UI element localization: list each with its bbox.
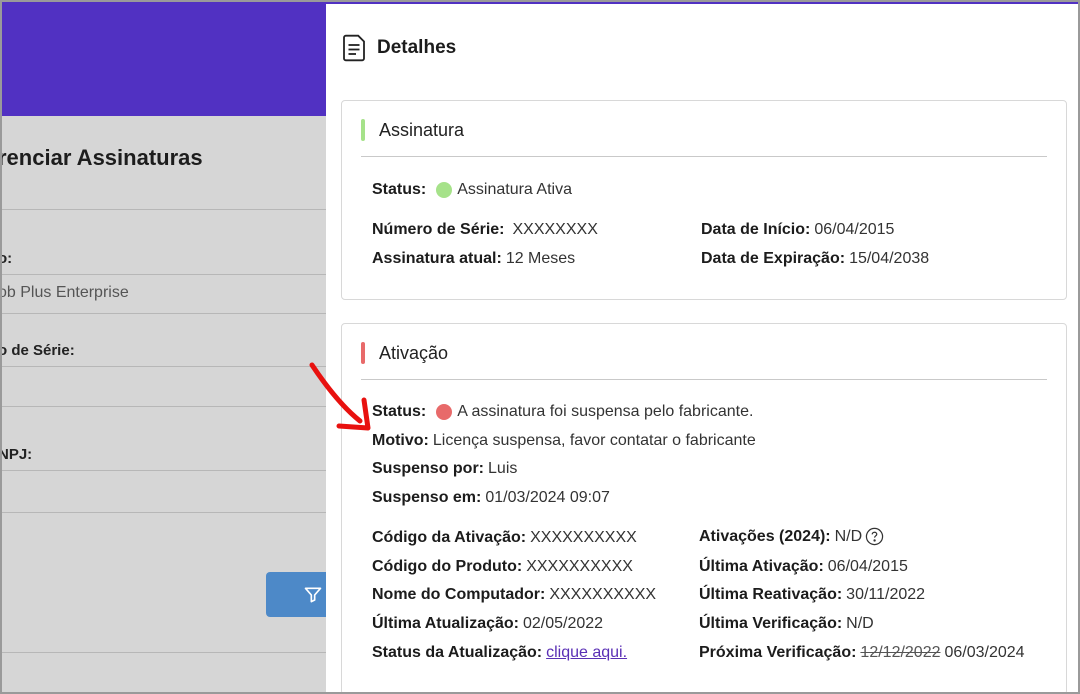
help-circle-icon[interactable]	[865, 527, 884, 546]
serial-value: XXXXXXXX	[512, 221, 598, 238]
details-drawer: Detalhes Assinatura Status: Assinatura A…	[326, 0, 1080, 694]
activation-code: Código da Ativação: XXXXXXXXXX	[372, 529, 637, 547]
document-icon	[343, 34, 365, 62]
expiry-date: Data de Expiração: 15/04/2038	[701, 250, 929, 268]
suspension-reason: Motivo: Licença suspensa, favor contatar…	[372, 432, 756, 450]
status-accent-bar	[361, 119, 365, 141]
divider	[0, 652, 326, 653]
activation-card: Ativação Status: A assinatura foi suspen…	[341, 323, 1067, 694]
last-reactivation-value: 30/11/2022	[846, 586, 926, 603]
suspended-at: Suspenso em: 01/03/2024 09:07	[372, 489, 610, 507]
current-subscription: Assinatura atual: 12 Meses	[372, 250, 575, 268]
subscription-status: Status: Assinatura Ativa	[372, 181, 572, 199]
next-check-old-value: 12/12/2022	[860, 644, 941, 661]
status-value: A assinatura foi suspensa pelo fabricant…	[457, 403, 754, 420]
reason-label: Motivo:	[372, 432, 429, 449]
start-date: Data de Início: 06/04/2015	[701, 221, 894, 239]
drawer-title: Detalhes	[377, 37, 457, 58]
next-check: Próxima Verificação: 12/12/2022 06/03/20…	[699, 644, 1025, 662]
product-code: Código do Produto: XXXXXXXXXX	[372, 558, 633, 576]
current-value: 12 Meses	[505, 250, 576, 267]
product-code-label: Código do Produto:	[372, 558, 523, 575]
last-check-label: Última Verificação:	[699, 615, 843, 632]
filter-icon	[304, 587, 322, 603]
field-label-product: o:	[0, 250, 13, 267]
serial-number: Número de Série: XXXXXXXX	[372, 221, 598, 239]
activation-status: Status: A assinatura foi suspensa pelo f…	[372, 403, 753, 421]
divider	[361, 379, 1047, 380]
expiry-label: Data de Expiração:	[701, 250, 846, 267]
divider	[0, 512, 326, 513]
field-label-serial: o de Série:	[0, 342, 75, 359]
field-label-cnpj: NPJ:	[0, 446, 33, 463]
suspended-by-value: Luis	[488, 460, 518, 477]
divider	[0, 274, 326, 275]
status-label: Status:	[372, 403, 427, 420]
last-activation-label: Última Ativação:	[699, 558, 824, 575]
active-status-dot	[436, 182, 453, 198]
activation-code-value: XXXXXXXXXX	[530, 529, 637, 546]
update-status-link[interactable]: clique aqui.	[546, 644, 627, 662]
activation-card-title: Ativação	[379, 342, 449, 363]
page-title: renciar Assinaturas	[0, 145, 203, 170]
activation-code-label: Código da Ativação:	[372, 529, 527, 546]
suspended-at-value: 01/03/2024 09:07	[485, 489, 610, 506]
divider	[0, 470, 326, 471]
divider	[0, 406, 326, 407]
activations-value: N/D	[834, 527, 863, 545]
suspended-status-dot	[436, 404, 453, 420]
divider	[0, 209, 326, 210]
divider	[0, 366, 326, 367]
product-code-value: XXXXXXXXXX	[526, 558, 633, 575]
serial-label: Número de Série:	[372, 221, 505, 238]
start-value: 06/04/2015	[814, 221, 895, 238]
computer-value: XXXXXXXXXX	[549, 586, 657, 603]
last-reactivation-label: Última Reativação:	[699, 586, 843, 603]
activations-count: Ativações (2024): N/D	[699, 527, 884, 546]
subscription-card-header: Assinatura	[361, 119, 464, 141]
start-label: Data de Início:	[701, 221, 811, 238]
activations-label: Ativações (2024):	[699, 527, 831, 545]
next-check-value: 06/03/2024	[944, 644, 1025, 661]
update-status-label: Status da Atualização:	[372, 644, 543, 661]
suspended-by: Suspenso por: Luis	[372, 460, 517, 478]
last-activation: Última Ativação: 06/04/2015	[699, 558, 908, 576]
last-check-value: N/D	[846, 615, 874, 632]
expiry-value: 15/04/2038	[849, 250, 930, 267]
last-activation-value: 06/04/2015	[827, 558, 908, 575]
annotation-arrow	[309, 362, 371, 431]
reason-value: Licença suspensa, favor contatar o fabri…	[432, 432, 756, 449]
current-label: Assinatura atual:	[372, 250, 502, 267]
divider	[361, 156, 1047, 157]
status-label: Status:	[372, 181, 427, 198]
last-update-value: 02/05/2022	[523, 615, 604, 632]
computer-label: Nome do Computador:	[372, 586, 546, 603]
product-select[interactable]: ob Plus Enterprise	[0, 284, 129, 302]
last-reactivation: Última Reativação: 30/11/2022	[699, 586, 925, 604]
last-update: Última Atualização: 02/05/2022	[372, 615, 603, 633]
divider	[0, 313, 326, 314]
status-value: Assinatura Ativa	[457, 181, 572, 198]
subscription-card: Assinatura Status: Assinatura Ativa Núme…	[341, 100, 1067, 300]
suspended-by-label: Suspenso por:	[372, 460, 485, 477]
computer-name: Nome do Computador: XXXXXXXXXX	[372, 586, 656, 604]
suspended-at-label: Suspenso em:	[372, 489, 482, 506]
subscription-card-title: Assinatura	[379, 119, 465, 140]
update-status: Status da Atualização: clique aqui.	[372, 644, 627, 662]
next-check-label: Próxima Verificação:	[699, 644, 857, 661]
last-check: Última Verificação: N/D	[699, 615, 874, 633]
last-update-label: Última Atualização:	[372, 615, 519, 632]
drawer-header: Detalhes	[341, 34, 456, 62]
